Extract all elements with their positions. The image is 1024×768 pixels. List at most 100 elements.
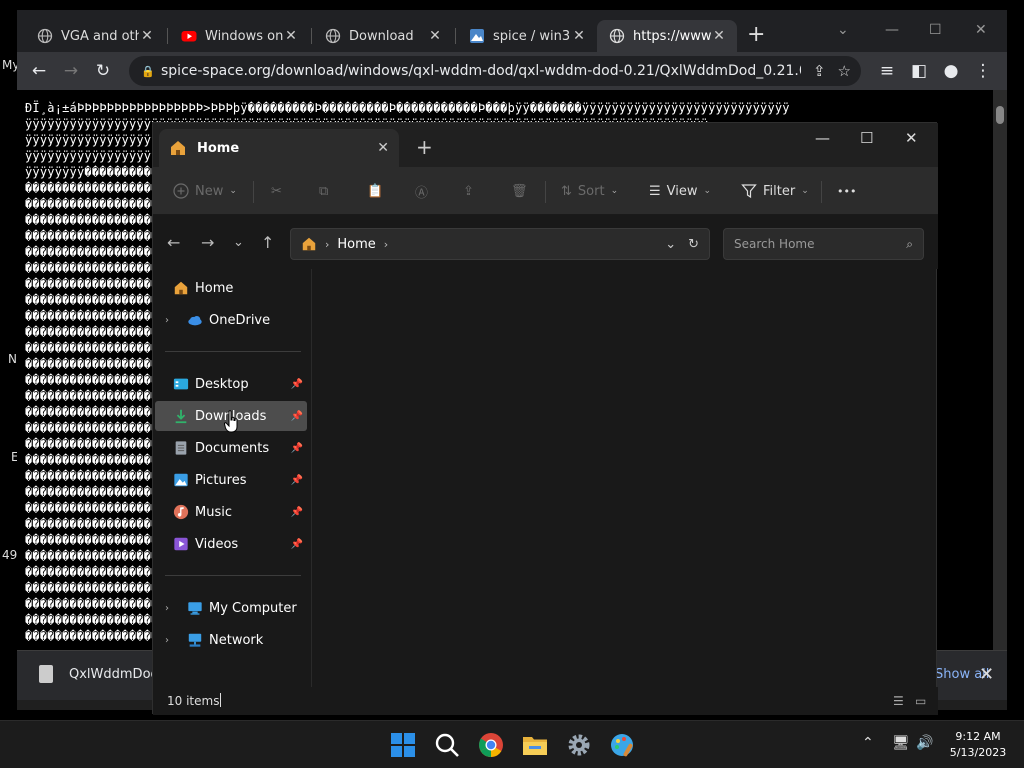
search-box[interactable]: ⌕ [723,228,924,260]
sidebar-item-videos[interactable]: Videos 📌 [155,529,307,559]
sidebar-item-onedrive[interactable]: › OneDrive [155,305,307,335]
sidebar-item-desktop[interactable]: Desktop 📌 [155,369,307,399]
taskbar: ⌃ 🖥 🔊 9:12 AM 5/13/2023 [0,720,1024,768]
binary-text-line: ÐÏ¸à¡±áÞÞÞÞÞÞÞÞÞÞÞÞÞÞÞÞÞ>ÞÞÞþÿ���������Þ… [25,101,790,115]
maximize-icon[interactable]: ☐ [929,22,942,38]
reload-icon[interactable]: ↻ [93,61,113,81]
minimize-icon[interactable]: — [815,129,830,147]
chrome-icon[interactable] [477,731,505,759]
pin-icon: 📌 [290,474,303,486]
sidebar-item-network[interactable]: › Network [155,625,307,655]
sidebar-item-documents[interactable]: Documents 📌 [155,433,307,463]
close-icon[interactable]: ✕ [377,140,389,156]
pin-icon: 📌 [290,538,303,550]
globe-icon [325,28,341,44]
filter-button[interactable]: Filter ⌄ [741,179,809,203]
sidebar-item-music[interactable]: Music 📌 [155,497,307,527]
more-options-icon[interactable]: ••• [837,179,856,203]
minimize-icon[interactable]: — [885,22,899,38]
new-tab-button[interactable]: + [747,24,765,46]
network-icon [188,633,202,647]
sort-button[interactable]: ⇅ Sort ⌄ [561,179,618,203]
close-icon[interactable]: ✕ [283,28,299,44]
menu-kebab-icon[interactable]: ⋮ [973,61,993,81]
rename-icon[interactable]: Ⓐ [415,179,428,203]
close-window-icon[interactable]: ✕ [905,129,918,147]
view-button[interactable]: ☰ View ⌄ [649,179,711,203]
copy-icon[interactable]: ⧉ [319,179,328,203]
cut-icon[interactable]: ✂ [271,179,282,203]
search-input[interactable] [734,237,907,251]
sidebar-divider [165,351,301,352]
media-queue-icon[interactable]: ≡ [877,61,897,81]
plus-circle-icon [173,183,189,199]
document-icon [175,441,187,455]
home-icon [174,281,188,295]
breadcrumb-separator: › [325,237,330,251]
close-downloads-icon[interactable]: ✕ [979,664,994,685]
forward-arrow-icon[interactable]: → [61,61,81,81]
windows-start-icon[interactable] [389,731,417,759]
download-item[interactable]: QxlWddmDod_ [39,665,165,683]
system-clock[interactable]: 9:12 AM 5/13/2023 [940,729,1016,761]
sidebar-item-home[interactable]: Home [155,273,307,303]
sidebar-item-pictures[interactable]: Pictures 📌 [155,465,307,495]
youtube-icon [181,31,197,42]
scrollbar-thumb[interactable] [996,106,1004,124]
network-status-icon[interactable]: 🖥 [892,735,910,751]
back-arrow-icon[interactable]: ← [29,61,49,81]
close-icon[interactable]: ✕ [711,28,727,44]
chrome-tab[interactable]: spice / win32 / ✕ [457,20,597,52]
refresh-icon[interactable]: ↻ [688,237,699,252]
up-arrow-icon[interactable]: ↑ [261,233,274,252]
chevron-down-icon[interactable]: ⌄ [665,237,676,252]
paint-icon[interactable] [609,731,637,759]
delete-icon[interactable]: 🗑 [511,179,528,203]
sidebar-item-label: Documents [195,440,270,456]
tiles-view-icon[interactable]: ▭ [915,694,926,708]
side-panel-icon[interactable]: ◧ [909,61,929,81]
details-view-icon[interactable]: ☰ [893,694,904,708]
search-icon[interactable] [433,731,461,759]
recent-locations-icon[interactable]: ⌄ [233,235,244,250]
music-icon [173,504,189,520]
close-icon[interactable]: ✕ [139,28,155,44]
maximize-icon[interactable]: ☐ [860,129,873,147]
explorer-tab-home[interactable]: Home ✕ [159,129,399,167]
close-window-icon[interactable]: ✕ [975,22,987,38]
chrome-tab[interactable]: Download ✕ [313,20,453,52]
new-button[interactable]: New ⌄ [173,179,237,203]
chrome-tab[interactable]: Windows on K ✕ [169,20,309,52]
tab-search-icon[interactable]: ⌄ [837,22,849,38]
forward-arrow-icon[interactable]: → [201,233,214,252]
expand-chevron-icon[interactable]: › [165,603,179,614]
explorer-new-tab-button[interactable]: + [416,135,433,159]
computer-icon [188,602,202,615]
address-bar[interactable]: 🔒 spice-space.org/download/windows/qxl-w… [129,56,861,86]
expand-chevron-icon[interactable]: › [165,315,179,326]
breadcrumb-separator[interactable]: › [384,238,388,251]
pane-divider[interactable] [311,269,312,687]
close-icon[interactable]: ✕ [427,28,443,44]
chrome-tab[interactable]: VGA and other ✕ [25,20,165,52]
sidebar-item-my-computer[interactable]: › My Computer [155,593,307,623]
settings-gear-icon[interactable] [565,731,593,759]
search-icon[interactable]: ⌕ [906,237,913,252]
address-bar[interactable]: › Home › ⌄ ↻ [290,228,710,260]
chrome-tab-active[interactable]: https://www.sp ✕ [597,20,737,52]
close-icon[interactable]: ✕ [571,28,587,44]
volume-icon[interactable]: 🔊 [916,735,933,751]
share-icon[interactable]: ⇪ [813,62,826,80]
expand-chevron-icon[interactable]: › [165,635,179,646]
back-arrow-icon[interactable]: ← [167,233,180,252]
item-count: 10 items [167,694,220,708]
bookmark-star-icon[interactable]: ☆ [838,62,851,80]
chrome-tab-title: https://www.sp [633,28,711,44]
breadcrumb-home[interactable]: Home [337,237,375,252]
page-scrollbar[interactable] [993,90,1007,650]
share-icon[interactable]: ⇪ [463,179,474,203]
profile-icon[interactable]: ● [941,61,961,81]
file-explorer-icon[interactable] [521,731,549,759]
paste-icon[interactable]: 📋 [367,179,383,203]
show-hidden-icons-chevron-icon[interactable]: ⌃ [862,735,874,751]
